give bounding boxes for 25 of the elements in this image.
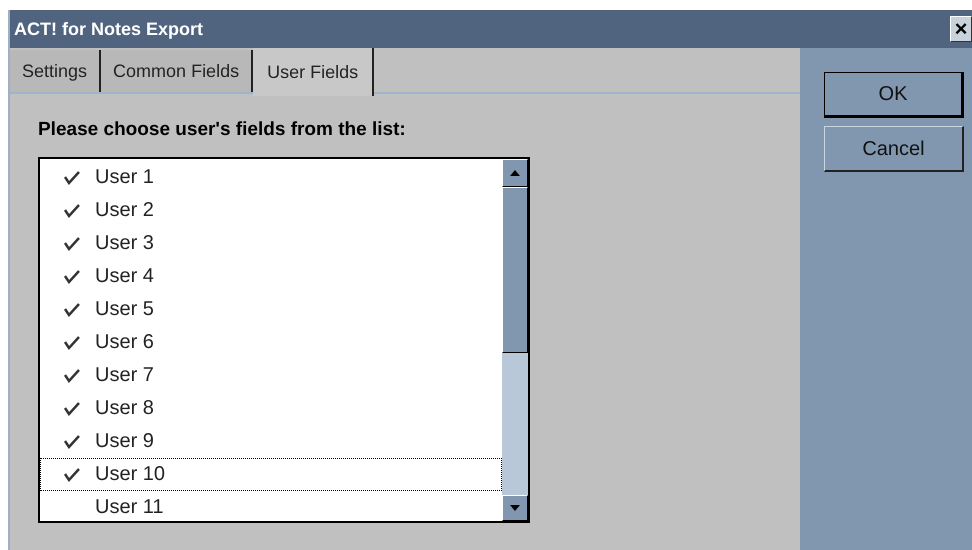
list-item[interactable]: User 7 (40, 358, 502, 392)
list-item[interactable]: User 3 (40, 226, 502, 260)
list-item[interactable]: User 11 (40, 490, 502, 524)
tab[interactable]: Common Fields (101, 50, 254, 92)
dialog-button[interactable]: Cancel (824, 126, 964, 172)
tab[interactable]: User Fields (253, 48, 374, 96)
scroll-down-button[interactable] (502, 494, 528, 520)
up-arrow-icon (510, 170, 520, 176)
tab[interactable]: Settings (10, 50, 102, 92)
close-button[interactable]: × (950, 16, 972, 42)
scroll-thumb[interactable] (502, 186, 528, 352)
scroll-up-button[interactable] (502, 158, 528, 186)
list-item[interactable]: User 9 (40, 424, 502, 458)
list-item[interactable]: User 5 (40, 292, 502, 326)
list-item[interactable]: User 2 (40, 194, 502, 226)
list-item[interactable]: User 6 (40, 326, 502, 358)
list-item[interactable]: User 1 (40, 160, 502, 194)
scrollbar[interactable] (502, 158, 528, 520)
down-arrow-icon (510, 504, 520, 510)
list-item[interactable]: User 10 (40, 458, 502, 490)
list-item[interactable]: User 8 (40, 392, 502, 424)
window-title: ACT! for Notes Export (14, 18, 203, 41)
instruction-text: Please choose user's fields from the list: (37, 118, 407, 142)
list-item[interactable]: User 4 (40, 260, 502, 292)
dialog-button[interactable]: OK (824, 72, 964, 118)
